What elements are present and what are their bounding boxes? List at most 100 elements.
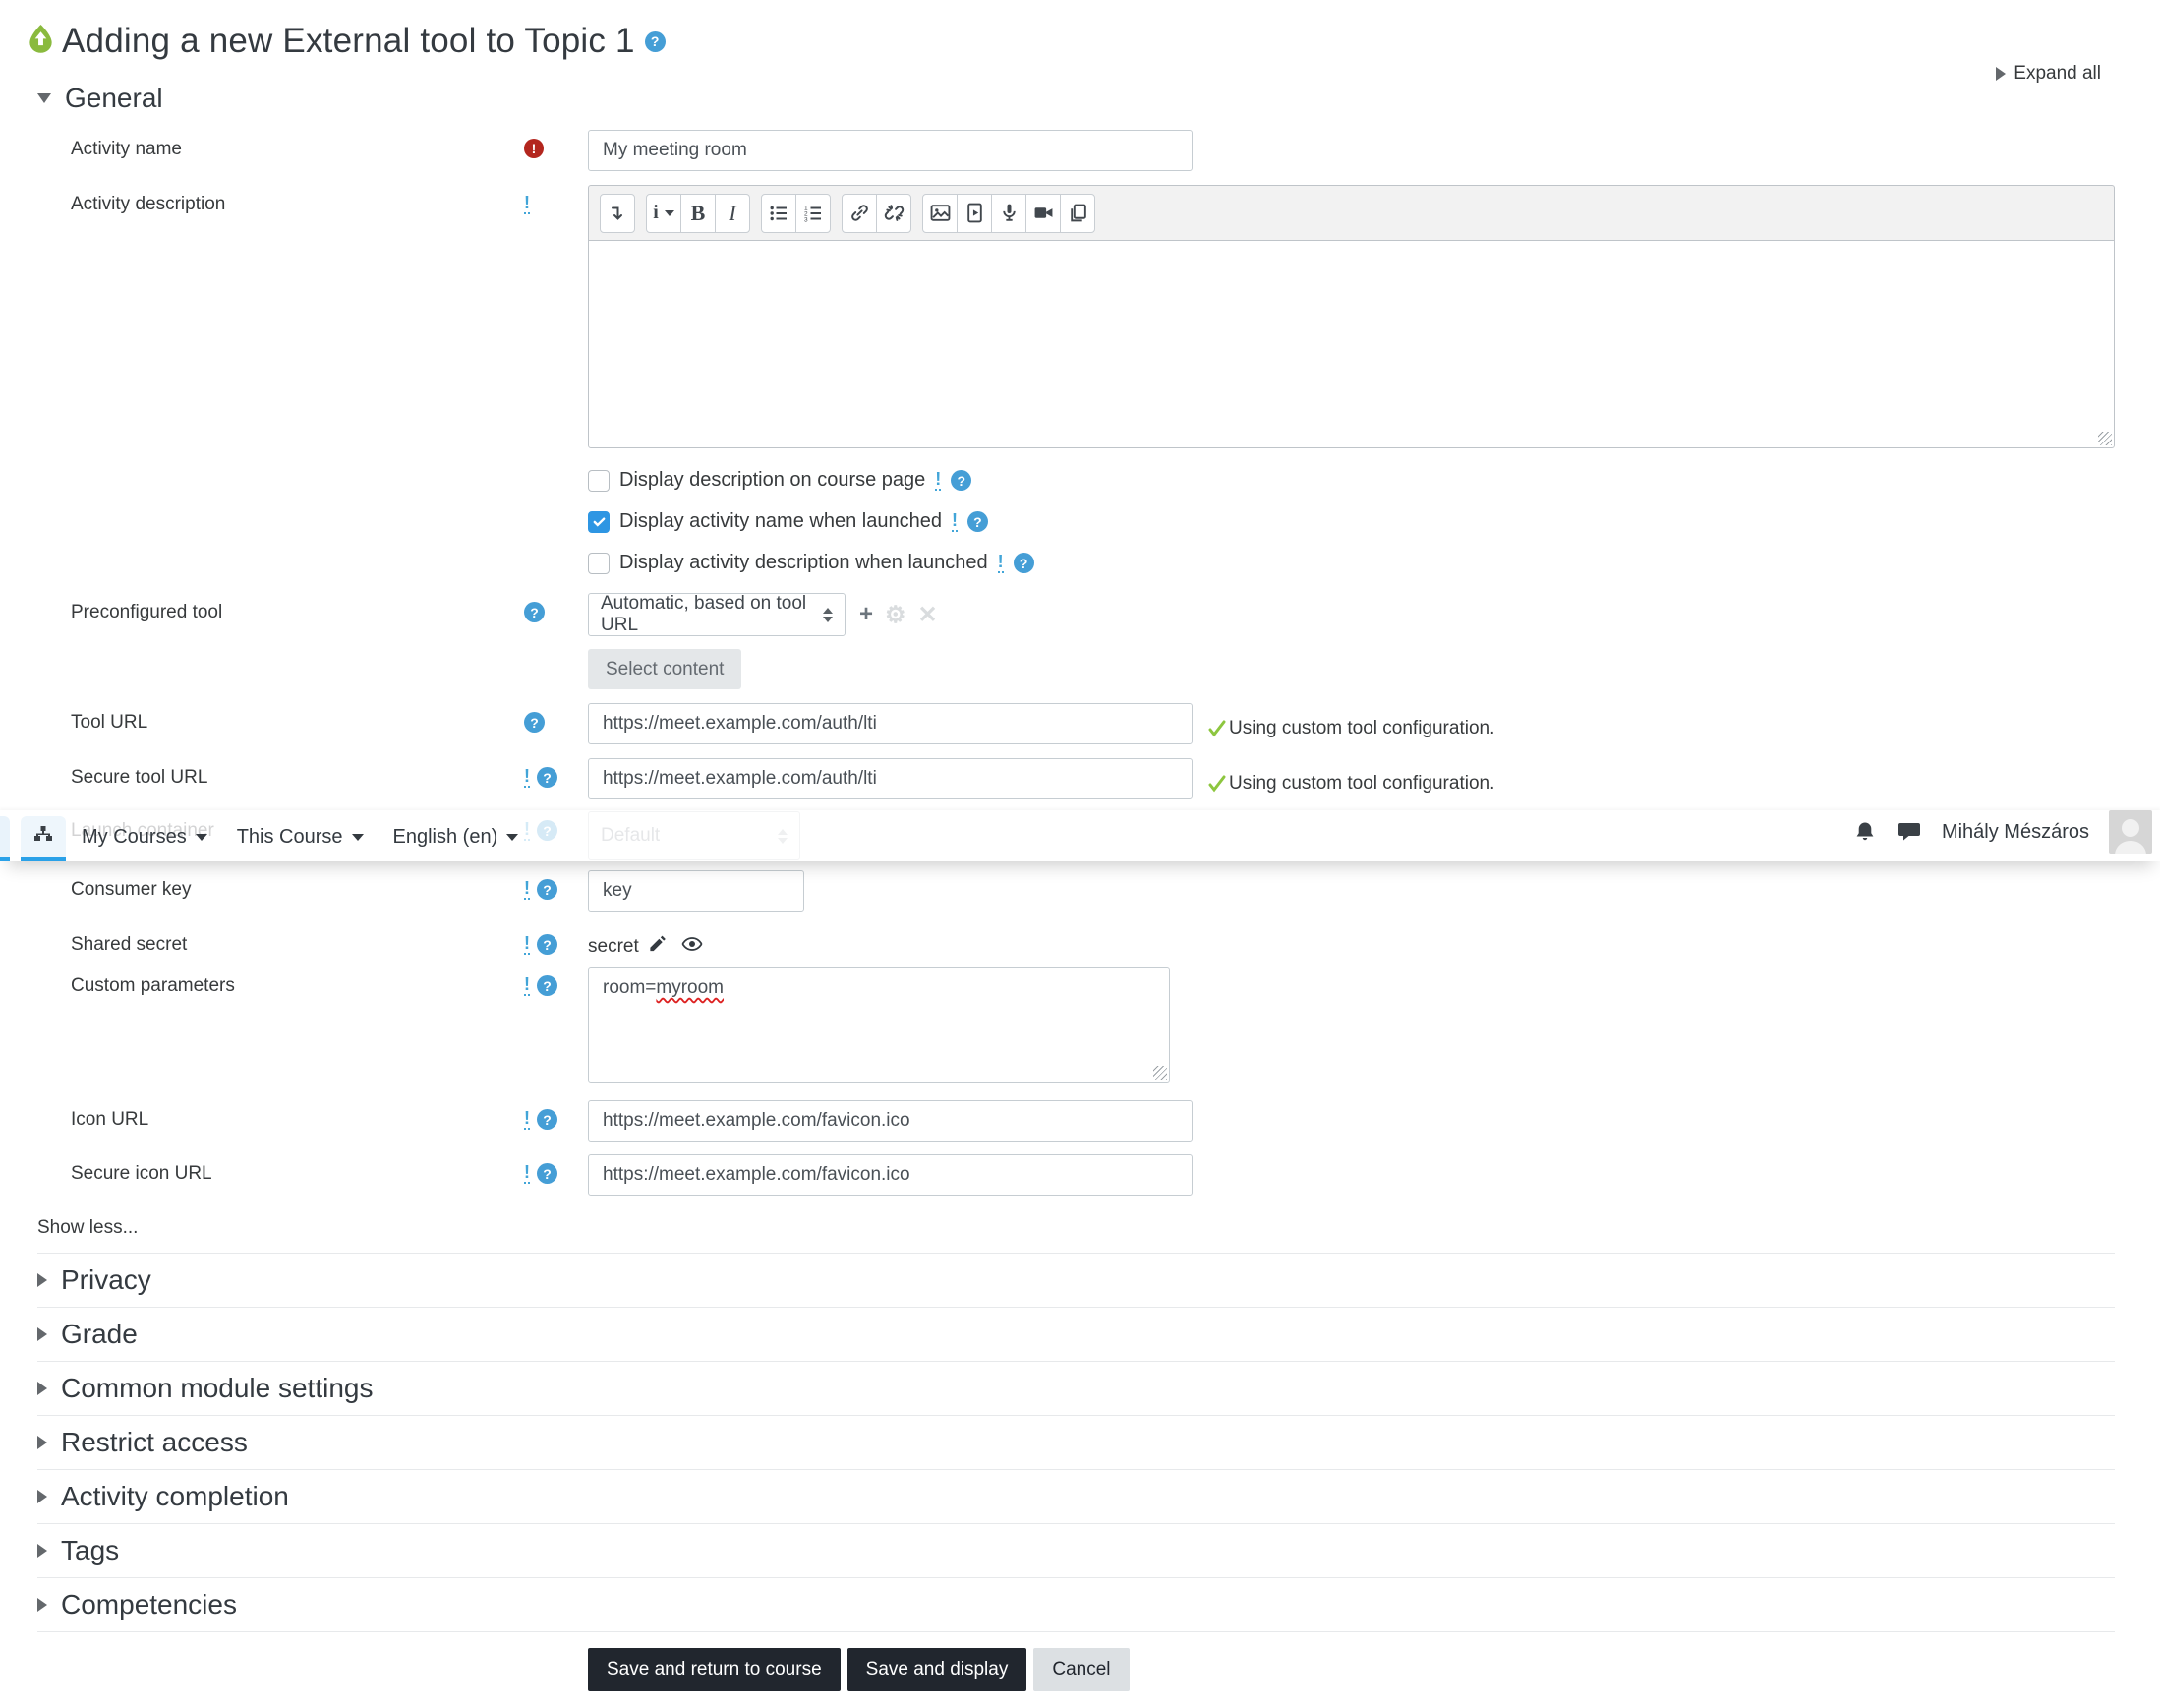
section-activity-completion[interactable]: Activity completion — [37, 1469, 2115, 1523]
manage-files-icon[interactable] — [1060, 193, 1095, 233]
icon-url-input[interactable] — [588, 1100, 1193, 1142]
select-arrows-icon — [823, 607, 833, 622]
insert-media-icon[interactable] — [957, 193, 992, 233]
sitemap-icon — [31, 823, 55, 852]
bell-icon[interactable] — [1853, 820, 1877, 844]
section-restrict-access[interactable]: Restrict access — [37, 1415, 2115, 1469]
secure-tool-url-input[interactable] — [588, 758, 1193, 799]
resize-handle[interactable] — [2098, 432, 2112, 445]
help-icon[interactable]: ? — [537, 975, 557, 996]
row-secure-tool-url: Secure tool URL !? Using custom tool con… — [71, 758, 2115, 799]
tool-url-label: Tool URL — [71, 712, 148, 733]
help-icon[interactable]: ? — [537, 879, 557, 900]
nav-drawer-toggle[interactable] — [0, 816, 10, 861]
chevron-right-icon — [1996, 67, 2007, 81]
record-audio-icon[interactable] — [991, 193, 1026, 233]
cancel-button[interactable]: Cancel — [1033, 1648, 1130, 1691]
paragraph-style-icon[interactable]: i — [646, 193, 681, 233]
record-video-icon[interactable] — [1025, 193, 1061, 233]
secure-icon-url-label: Secure icon URL — [71, 1163, 212, 1184]
insert-image-icon[interactable] — [922, 193, 958, 233]
help-icon[interactable]: ? — [537, 1109, 557, 1130]
editor-toolbar: i B I 123 — [588, 185, 2115, 240]
italic-icon[interactable]: I — [715, 193, 750, 233]
help-icon[interactable]: ? — [1013, 553, 1034, 573]
chevron-right-icon — [37, 1382, 47, 1395]
section-tags[interactable]: Tags — [37, 1523, 2115, 1577]
checkbox-label: Display activity description when launch… — [619, 552, 988, 573]
help-icon[interactable]: ? — [524, 602, 545, 622]
preconfigured-tool-select[interactable]: Automatic, based on tool URL — [588, 593, 846, 636]
row-activity-name: Activity name ! — [71, 130, 2115, 171]
section-grade[interactable]: Grade — [37, 1307, 2115, 1361]
ordered-list-icon[interactable]: 123 — [795, 193, 831, 233]
help-icon[interactable]: ? — [966, 511, 988, 532]
save-and-return-button[interactable]: Save and return to course — [588, 1648, 841, 1691]
avatar[interactable] — [2109, 810, 2152, 854]
nav-sitemap-tab[interactable] — [21, 816, 66, 861]
help-icon[interactable]: ? — [537, 767, 557, 788]
display-activity-name-checkbox[interactable] — [588, 510, 610, 533]
bold-icon[interactable]: B — [680, 193, 716, 233]
show-less-link[interactable]: Show less... — [37, 1217, 2115, 1253]
checkbox-row-display-description: Display description on course page ! ? — [588, 469, 2115, 492]
unordered-list-icon[interactable] — [761, 193, 796, 233]
help-icon[interactable]: ? — [537, 1163, 557, 1184]
chevron-right-icon — [37, 1436, 47, 1449]
nav-language[interactable]: English (en) — [393, 826, 519, 849]
advanced-icon: ! — [524, 974, 530, 996]
section-privacy[interactable]: Privacy — [37, 1253, 2115, 1307]
chevron-down-icon — [506, 834, 519, 841]
top-navbar: My Courses This Course English (en) Mihá… — [0, 810, 2160, 861]
save-and-display-button[interactable]: Save and display — [846, 1648, 1027, 1691]
unlink-icon[interactable] — [876, 193, 911, 233]
misspelled-word: myroom — [656, 977, 725, 998]
chat-icon[interactable] — [1897, 820, 1922, 844]
select-content-button[interactable]: Select content — [588, 649, 742, 689]
help-icon[interactable]: ? — [644, 30, 666, 52]
nav-my-courses[interactable]: My Courses — [82, 826, 207, 849]
advanced-icon: ! — [997, 552, 1004, 573]
section-general-header[interactable]: General — [37, 83, 2115, 114]
delete-icon: ✕ — [917, 601, 938, 628]
shared-secret-value: secret — [588, 935, 639, 957]
secure-icon-url-input[interactable] — [588, 1154, 1193, 1196]
rich-text-editor: i B I 123 — [588, 185, 2115, 448]
eye-icon[interactable] — [681, 935, 703, 959]
consumer-key-input[interactable] — [588, 870, 804, 912]
page-header: Adding a new External tool to Topic 1 ? — [0, 0, 2160, 61]
link-icon[interactable] — [842, 193, 877, 233]
section-competencies[interactable]: Competencies — [37, 1577, 2115, 1631]
custom-parameters-input[interactable]: room=myroom — [588, 967, 1170, 1083]
row-tool-url: Tool URL ? Using custom tool configurati… — [71, 703, 2115, 744]
advanced-icon: ! — [524, 193, 530, 214]
advanced-icon: ! — [951, 510, 958, 532]
section-common-module-settings[interactable]: Common module settings — [37, 1361, 2115, 1415]
add-tool-icon[interactable]: + — [859, 601, 873, 628]
activity-name-input[interactable] — [588, 130, 1193, 171]
display-activity-description-checkbox[interactable] — [588, 552, 610, 574]
expand-all-link[interactable]: Expand all — [1996, 63, 2101, 85]
checkbox-row-display-activity-name: Display activity name when launched ! ? — [588, 510, 2115, 533]
help-icon[interactable]: ? — [951, 470, 972, 491]
preconfigured-tool-label: Preconfigured tool — [71, 602, 223, 622]
tool-url-input[interactable] — [588, 703, 1193, 744]
row-activity-description: Activity description ! i B I 1 2 3 — [71, 185, 2115, 448]
advanced-icon: ! — [524, 1162, 530, 1184]
help-icon[interactable]: ? — [524, 712, 545, 733]
edit-pencil-icon[interactable] — [648, 934, 667, 959]
help-icon[interactable]: ? — [537, 934, 557, 955]
consumer-key-label: Consumer key — [71, 879, 192, 900]
form-actions: Save and return to course Save and displ… — [37, 1631, 2115, 1691]
nav-this-course[interactable]: This Course — [237, 826, 364, 849]
resize-handle[interactable] — [1153, 1066, 1167, 1080]
chevron-right-icon — [37, 1327, 47, 1341]
icon-url-label: Icon URL — [71, 1109, 149, 1130]
chevron-right-icon — [37, 1544, 47, 1558]
secure-tool-url-label: Secure tool URL — [71, 767, 208, 788]
checkbox-row-display-activity-description: Display activity description when launch… — [588, 552, 2115, 574]
collapse-toolbar-icon[interactable] — [600, 193, 635, 233]
secure-tool-url-status: Using custom tool configuration. — [1207, 758, 1494, 799]
display-description-checkbox[interactable] — [588, 469, 610, 492]
editor-content-area[interactable] — [588, 240, 2115, 448]
